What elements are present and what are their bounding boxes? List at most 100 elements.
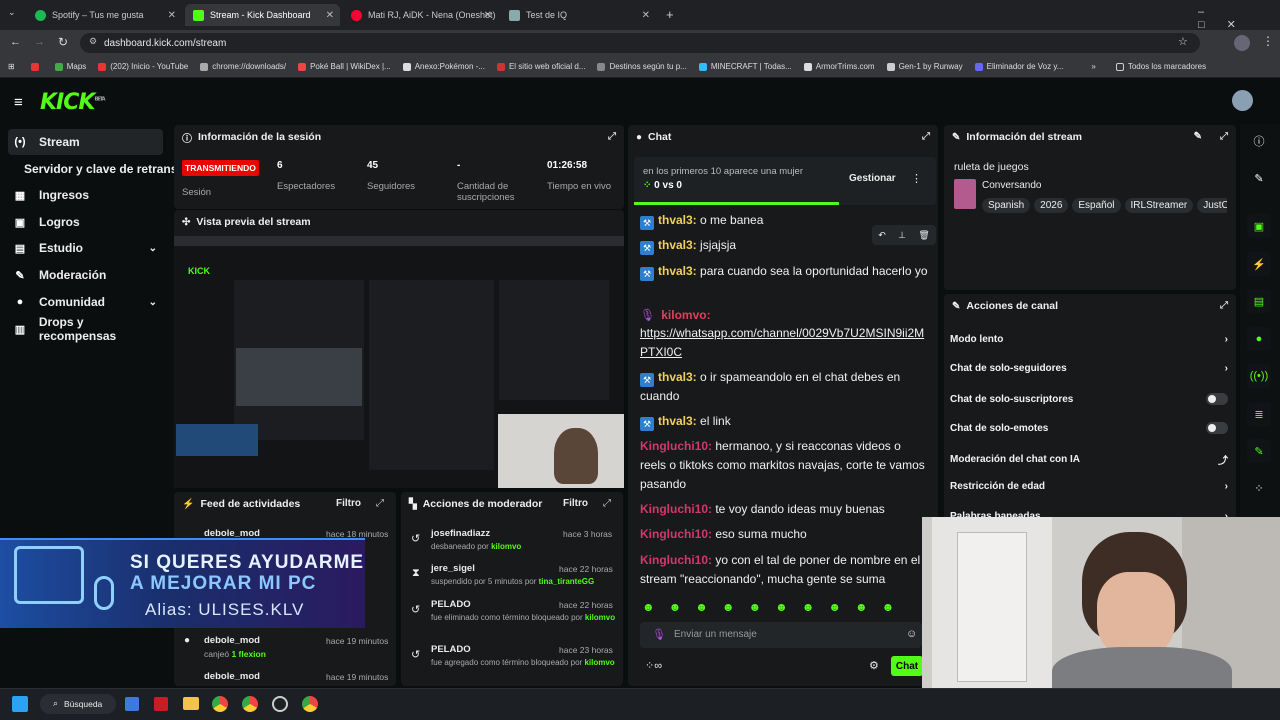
chat-message[interactable]: ⚒ thval3: para cuando sea la oportunidad … (640, 262, 930, 281)
expand-icon[interactable]: ⤢ (603, 498, 611, 509)
user-avatar[interactable] (1232, 90, 1253, 111)
task-view-icon[interactable] (125, 697, 139, 711)
back-icon[interactable]: ← (10, 36, 21, 48)
all-bookmarks[interactable]: Todos los marcadores (1115, 62, 1206, 71)
gear-icon[interactable]: ⚙ (869, 659, 879, 672)
window-controls[interactable]: –□✕ (1198, 6, 1280, 31)
bookmark-item[interactable]: Poké Ball | WikiDex |... (298, 62, 391, 71)
bookmark-item[interactable]: (202) Inicio - YouTube (98, 62, 188, 71)
chrome-icon[interactable] (212, 696, 228, 712)
bookmark-item[interactable]: Destinos según tu p... (597, 62, 687, 71)
bookmark-item[interactable]: El sitio web oficial d... (496, 62, 585, 71)
sidebar-item-stream[interactable]: (•) Stream (8, 129, 163, 155)
edit-icon[interactable]: ✎ (1247, 166, 1271, 190)
chrome-icon[interactable] (302, 696, 318, 712)
sidebar-item-drops[interactable]: ▥ Drops y recompensas (8, 315, 163, 343)
bookmark-item[interactable]: Maps (54, 62, 86, 71)
stream-preview-video[interactable]: KICK (174, 236, 624, 488)
taskbar-search[interactable]: Búsqueda (40, 694, 116, 714)
mod-filter-button[interactable]: Filtro (563, 498, 588, 509)
close-icon[interactable]: ✕ (484, 10, 492, 21)
tag[interactable]: Spanish (982, 198, 1031, 213)
bookmark-star-icon[interactable]: ☆ (1178, 35, 1188, 48)
points-icon[interactable]: ⁘∞ (645, 659, 662, 672)
bookmark-item[interactable] (30, 62, 43, 71)
sidebar-item-logros[interactable]: ▣ Logros (8, 209, 163, 235)
community-icon[interactable]: ⁘ (1247, 476, 1271, 500)
expand-icon[interactable]: ⤢ (1220, 131, 1228, 142)
emoji-icon[interactable]: ☺ (906, 628, 917, 640)
forward-icon[interactable]: → (34, 36, 45, 48)
tab-iq-test[interactable]: Test de IQ ✕ (501, 4, 656, 26)
chrome-icon[interactable] (242, 696, 258, 712)
close-icon[interactable]: ✕ (642, 10, 650, 21)
more-options-icon[interactable]: ⋮ (911, 172, 922, 185)
sidebar-item-comunidad[interactable]: ● Comunidad ⌄ (8, 289, 163, 315)
chat-message[interactable]: Kingluchi10: yo con el tal de poner de n… (640, 551, 930, 589)
hamburger-menu-icon[interactable]: ≡ (14, 94, 23, 111)
menu-icon[interactable]: ⋮ (1262, 34, 1274, 48)
wrench-icon[interactable]: ✎ (1247, 439, 1271, 463)
tab-youtube[interactable]: Mati RJ, AiDK - Nena (Oneshot) ✕ (343, 4, 498, 26)
slow-mode-row[interactable]: Modo lento › (950, 334, 1228, 345)
close-icon[interactable]: ✕ (168, 10, 176, 21)
document-icon[interactable]: ▤ (1247, 289, 1271, 313)
sidebar-item-estudio[interactable]: ▤ Estudio ⌄ (8, 235, 163, 261)
chat-icon[interactable]: ● (1247, 327, 1271, 351)
expand-icon[interactable]: ⤢ (1220, 300, 1228, 311)
sidebar-item-moderacion[interactable]: ✎ Moderación (8, 262, 163, 288)
info-icon[interactable]: ⓘ (1247, 129, 1271, 153)
widget-icon[interactable]: ▣ (1247, 214, 1271, 238)
address-bar[interactable]: dashboard.kick.com/stream (80, 33, 1200, 53)
tab-spotify[interactable]: Spotify – Tus me gusta ✕ (27, 4, 182, 26)
chat-message[interactable]: ⚒ thval3: jsjajsja (640, 236, 930, 255)
feed-filter-button[interactable]: Filtro (336, 498, 361, 509)
obs-icon[interactable] (272, 696, 288, 712)
expand-icon[interactable]: ⤢ (922, 131, 930, 142)
windows-start-icon[interactable] (12, 696, 28, 712)
followers-only-row[interactable]: Chat de solo-seguidores › (950, 363, 1228, 374)
chat-message[interactable]: Kingluchi10: eso suma mucho (640, 525, 930, 544)
expand-icon[interactable]: ⤢ (608, 131, 616, 142)
subscribers-only-toggle[interactable] (1206, 393, 1228, 405)
new-tab-icon[interactable]: + (666, 7, 674, 22)
bookmark-item[interactable]: Eliminador de Voz y... (974, 62, 1063, 71)
chat-message[interactable]: ⚒ thval3: el link (640, 412, 930, 431)
file-explorer-icon[interactable] (183, 697, 199, 710)
bookmark-item[interactable]: Gen-1 by Runway (886, 62, 963, 71)
list-icon[interactable]: ≣ (1247, 402, 1271, 426)
emotes-only-toggle[interactable] (1206, 422, 1228, 434)
sidebar-item-ingresos[interactable]: ▦ Ingresos (8, 182, 163, 208)
tab-kick-dashboard[interactable]: Stream - Kick Dashboard ✕ (185, 4, 340, 26)
profile-avatar[interactable] (1234, 35, 1250, 51)
site-info-icon[interactable]: ⚙ (89, 36, 97, 47)
chat-message[interactable]: Kingluchi10: te voy dando ideas muy buen… (640, 500, 930, 519)
kick-logo[interactable]: KICKBETA (40, 90, 106, 115)
lightning-icon[interactable]: ⚡ (1247, 252, 1271, 276)
tag[interactable]: JustC (1197, 198, 1227, 213)
apps-icon[interactable]: ⊞ (8, 62, 15, 71)
reload-icon[interactable]: ↻ (58, 35, 68, 49)
tag[interactable]: 2026 (1034, 198, 1069, 213)
ai-moderation-row[interactable]: Moderación del chat con IA ⤴ (950, 452, 1228, 467)
app-icon[interactable] (154, 697, 168, 711)
chat-link[interactable]: https://whatsapp.com/channel/0029Vb7U2MS… (640, 324, 930, 362)
expand-icon[interactable]: ⤢ (376, 498, 384, 509)
send-chat-button[interactable]: Chat (891, 656, 923, 676)
emote-bar[interactable]: ☻☻☻☻☻☻☻☻☻☻ (642, 600, 922, 616)
more-bookmarks-icon[interactable]: » (1091, 62, 1095, 71)
tab-search-icon[interactable]: ⌄ (8, 7, 16, 18)
bookmark-item[interactable]: Anexo:Pokémon -... (402, 62, 485, 71)
chat-message[interactable]: ⚒ thval3: o ir spameandolo en el chat deb… (640, 368, 930, 406)
tag[interactable]: IRLStreamer (1124, 198, 1194, 213)
chat-message[interactable]: Kingluchi10: hermanoo, y si reacconas vi… (640, 437, 930, 494)
bookmark-item[interactable]: MINECRAFT | Todas... (698, 62, 792, 71)
chat-message[interactable]: 🎙 kilomvo: (640, 306, 930, 325)
bookmark-item[interactable]: ArmorTrims.com (803, 62, 875, 71)
edit-icon[interactable]: ✎ (1194, 131, 1202, 142)
manage-poll-button[interactable]: Gestionar (849, 173, 896, 184)
age-restriction-row[interactable]: Restricción de edad › (950, 481, 1228, 492)
sidebar-item-server-key[interactable]: Servidor y clave de retransmisión (8, 156, 178, 182)
bookmark-item[interactable]: chrome://downloads/ (200, 62, 286, 71)
close-icon[interactable]: ✕ (326, 10, 334, 21)
